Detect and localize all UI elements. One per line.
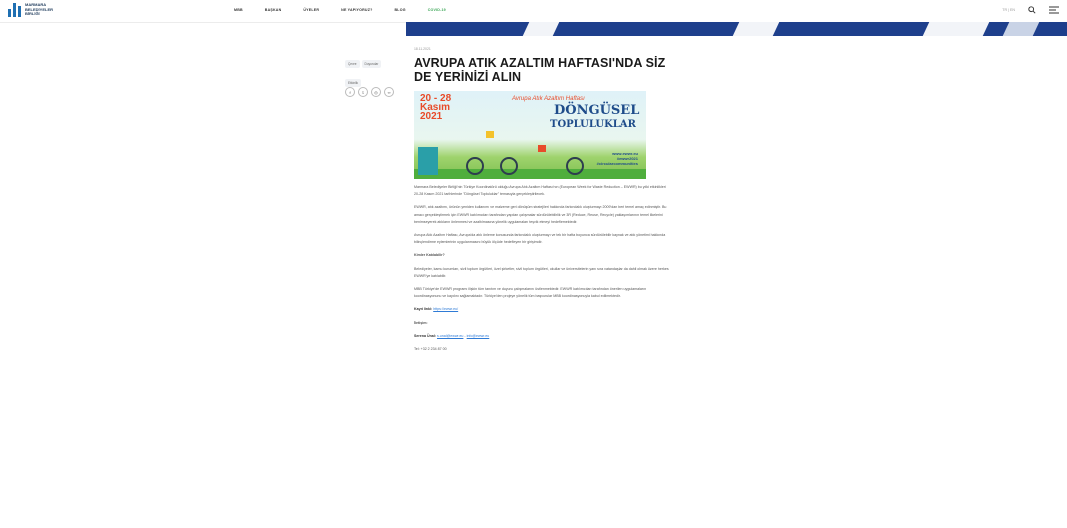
facebook-icon[interactable]: f [345,87,355,97]
poster-ground [414,169,646,179]
nav-item-uyeler[interactable]: ÜYELER [303,8,319,12]
article-paragraph: Marmara Belediyeler Birliği'nin Türkiye … [414,185,666,197]
poster-heading-2: TOPLULUKLAR [550,119,636,130]
nav-item-covid[interactable]: COVID-19 [428,8,446,12]
bicycle-wheel-icon [500,157,518,175]
logo-mark-icon [8,3,21,17]
article: 18.11.2021 AVRUPA ATIK AZALTIM HAFTASI'N… [414,47,674,359]
header-tools: TR | EN [1002,5,1059,15]
ewwr-logo-icon [418,147,438,175]
twitter-icon[interactable]: 𝕥 [358,87,368,97]
event-poster: 20 - 28 Kasım 2021 Avrupa Atık Azaltım H… [414,91,646,179]
flag-icon [486,131,494,138]
site-logo[interactable]: MARMARA BELEDİYELER BİRLİĞİ [8,3,55,17]
bicycle-wheel-icon [466,157,484,175]
tag-etkinlik[interactable]: Etkinlik [345,79,362,87]
tag-cevre[interactable]: Çevre [345,60,360,68]
nav-item-mbb[interactable]: MBB [234,8,243,12]
registration-link[interactable]: https://ewwr.eu/ [433,307,458,311]
registration-line: Kayıt linki: https://ewwr.eu/ [414,307,459,312]
hero-image-strip [406,22,1067,36]
instagram-icon[interactable]: ◎ [371,87,381,97]
poster-dates: 20 - 28 Kasım 2021 [420,93,452,122]
search-icon[interactable] [1027,5,1037,15]
contact-heading: İletişim: [414,320,428,325]
mbb-paragraph: MBB Türkiye'de EWWR programı ilişkin tüm… [414,287,647,299]
poster-urls: www.ewwr.eu #ewwr2021 #circularcommuniti… [596,151,638,166]
poster-heading-1: DÖNGÜSEL [554,103,640,118]
contact-1-tel: Tel: +32 2 234 87 00 [414,347,447,352]
nav-item-blog[interactable]: BLOG [395,8,406,12]
tag-list: Çevre Duyurular Etkinlik [345,52,389,90]
poster-week: Avrupa Atık Azaltım Haftası [512,96,585,102]
contact-1-email[interactable]: s.unal@ewwr.eu [437,334,463,338]
menu-icon[interactable] [1049,5,1059,15]
nav-item-baskan[interactable]: BAŞKAN [265,8,282,12]
share-buttons: f 𝕥 ◎ ∞ [345,87,394,97]
site-header: MARMARA BELEDİYELER BİRLİĞİ MBB BAŞKAN Ü… [0,0,1067,23]
bicycle-wheel-icon [566,157,584,175]
nav-item-ne-yapiyoruz[interactable]: NE YAPIYORUZ? [341,8,372,12]
contact-1-email-2[interactable]: info@ewwr.eu [467,334,490,338]
tag-duyurular[interactable]: Duyurular [361,60,382,68]
article-paragraph: EWWR, atık azaltımı, ürünün yeniden kull… [414,205,667,224]
article-paragraph: Avrupa Atık Azaltım Haftası, Avrupa'da a… [414,233,666,245]
logo-text: MARMARA BELEDİYELER BİRLİĞİ [25,2,54,17]
language-switcher[interactable]: TR | EN [1002,8,1015,12]
link-icon[interactable]: ∞ [384,87,394,97]
main-nav: MBB BAŞKAN ÜYELER NE YAPIYORUZ? BLOG COV… [234,8,468,12]
article-date: 18.11.2021 [414,47,431,51]
who-paragraph: Belediyeler, kamu kurumları, sivil toplu… [414,266,669,278]
flag-icon [538,145,546,152]
who-heading: Kimler Katılabilir? [414,253,445,258]
contact-1: Serena Ünal: s.unal@ewwr.eu - info@ewwr.… [414,333,490,338]
article-title: AVRUPA ATIK AZALTIM HAFTASI'NDA SİZ DE Y… [414,56,666,84]
